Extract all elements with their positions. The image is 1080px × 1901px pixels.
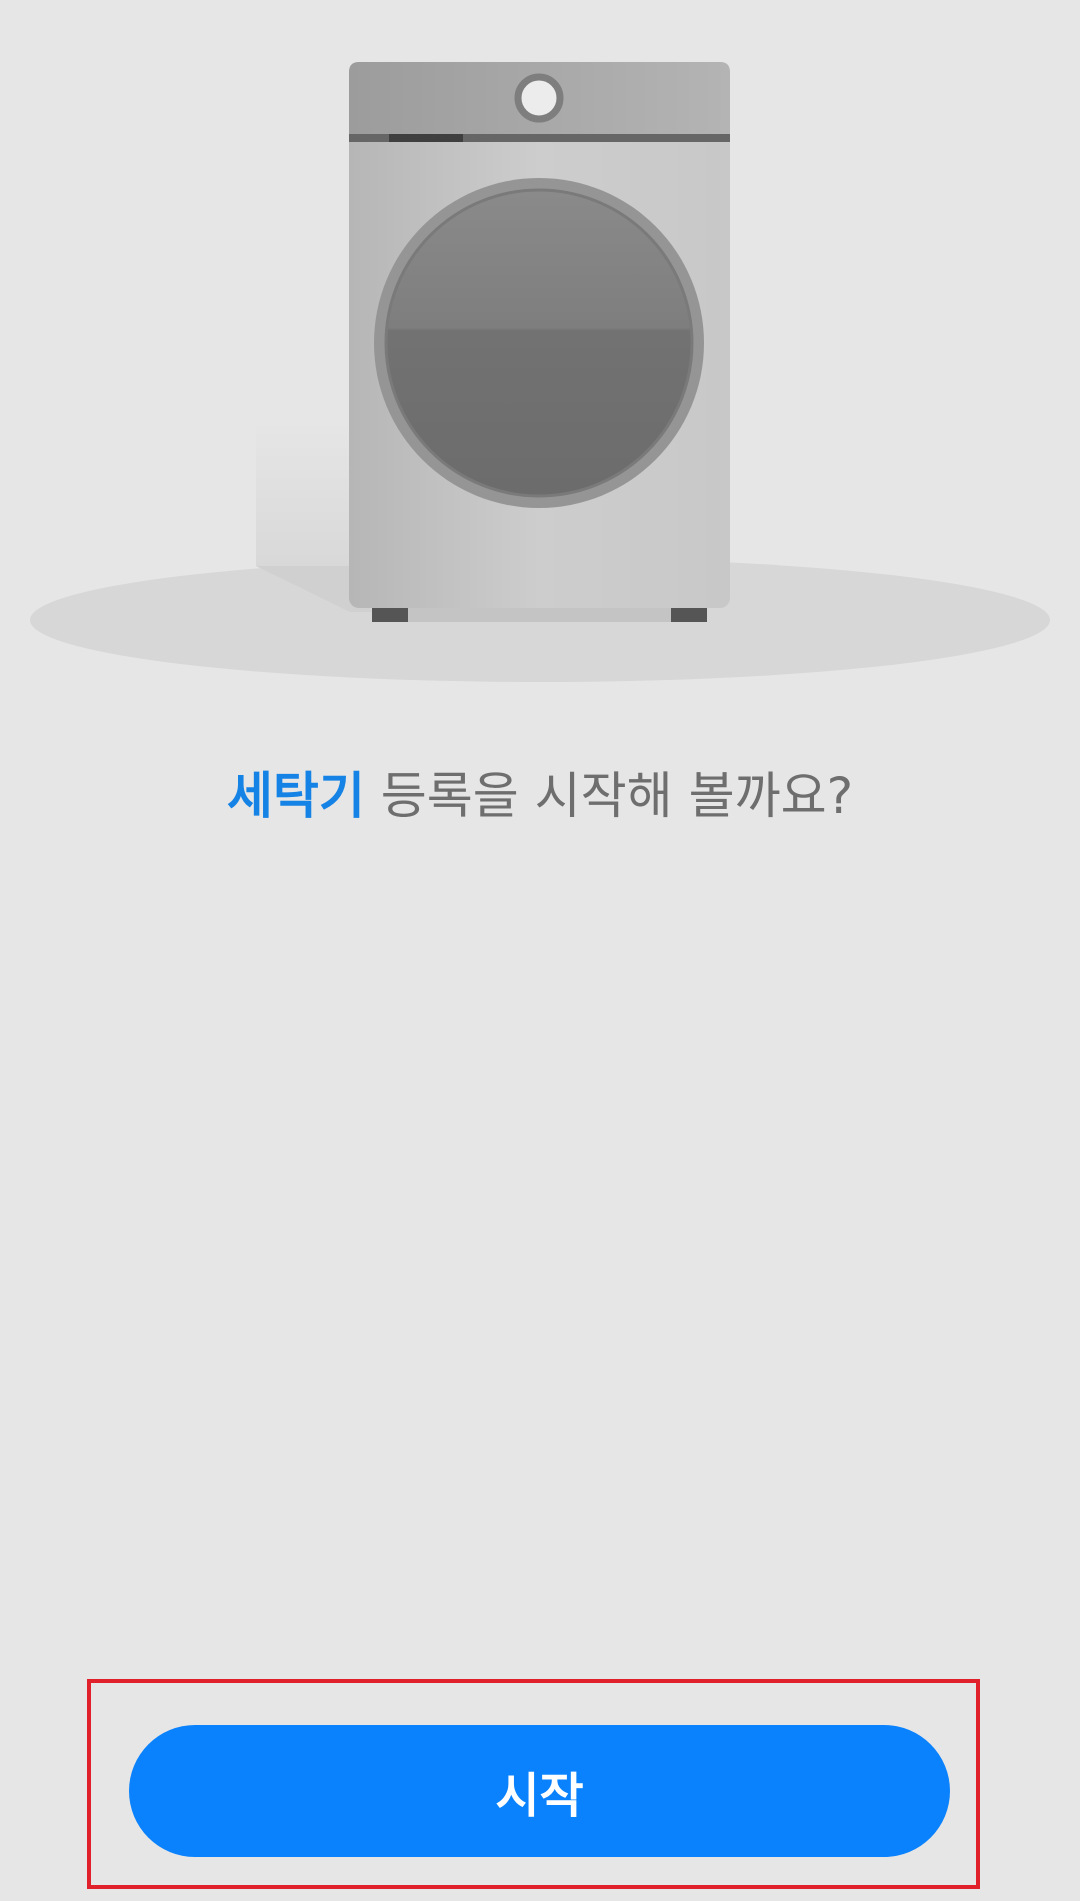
start-button[interactable]: 시작 xyxy=(129,1725,950,1857)
washing-machine-icon xyxy=(30,62,1050,682)
door-glass xyxy=(386,190,692,496)
foot-left xyxy=(372,606,408,622)
display-strip xyxy=(389,134,463,142)
registration-prompt: 세탁기 등록을 시작해 볼까요? xyxy=(0,760,1080,832)
device-type-highlight: 세탁기 xyxy=(226,767,365,825)
prompt-question: 등록을 시작해 볼까요? xyxy=(364,767,854,825)
dial-knob xyxy=(514,73,564,123)
foot-right xyxy=(671,606,707,622)
